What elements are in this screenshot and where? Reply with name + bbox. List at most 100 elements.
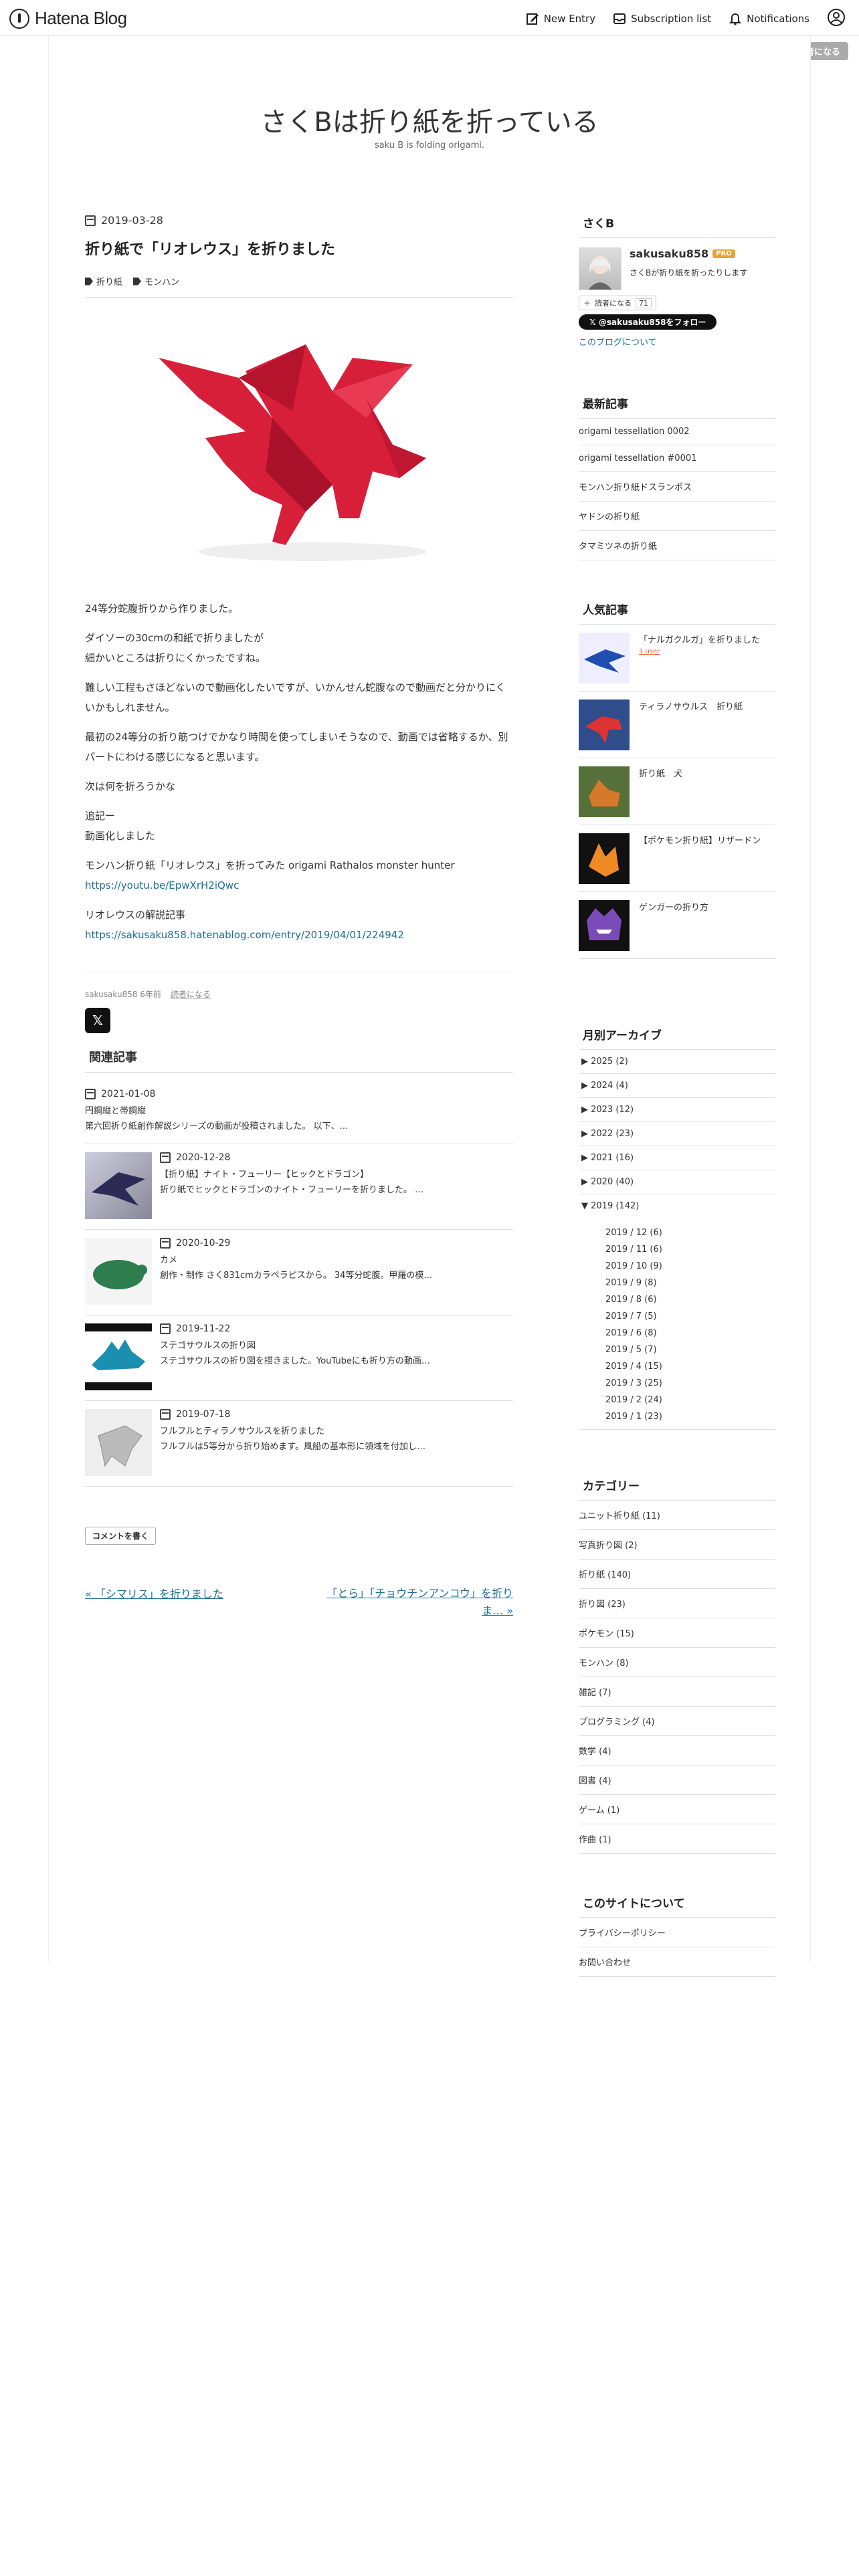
category-link[interactable]: 図書 (4) [579, 1765, 775, 1795]
nargacuga-thumbnail[interactable] [579, 633, 630, 683]
related-heading: 関連記事 [85, 1048, 513, 1073]
popular-entry[interactable]: 「ナルガクルガ」を折りました 1 user [579, 625, 775, 691]
archive-month[interactable]: 2019 / 11 (6) [581, 1241, 773, 1258]
dog-thumbnail[interactable] [579, 766, 630, 817]
archive-month[interactable]: 2019 / 6 (8) [581, 1325, 773, 1341]
profile-avatar[interactable] [579, 247, 622, 290]
about-blog-link[interactable]: このブログについて [579, 335, 775, 348]
archive-month[interactable]: 2019 / 3 (25) [581, 1375, 773, 1392]
archive-month[interactable]: 2019 / 8 (6) [581, 1291, 773, 1308]
related-title[interactable]: カメ [160, 1253, 432, 1265]
profile-reader-button[interactable]: ＋ 読者になる 71 [579, 296, 656, 310]
related-title[interactable]: 円鋼縦と帯鋼縦 [85, 1103, 513, 1116]
popular-entry[interactable]: 折り紙 犬 [579, 758, 775, 825]
archive-month[interactable]: 2019 / 1 (23) [581, 1408, 773, 1425]
archive-month[interactable]: 2019 / 9 (8) [581, 1275, 773, 1291]
related-entry[interactable]: 2019-07-18 フルフルとティラノサウルスを折りました フルフルは5等分か… [85, 1401, 513, 1487]
x-share-button[interactable]: 𝕏 [85, 1008, 110, 1033]
related-entry[interactable]: 2021-01-08 円鋼縦と帯鋼縦 第六回折り紙創作解説シリーズの動画が投稿さ… [85, 1073, 513, 1144]
category-tag[interactable]: モンハン [133, 275, 179, 288]
contact-link[interactable]: お問い合わせ [579, 1947, 775, 1977]
hatena-logo[interactable]: Hatena Blog [9, 8, 127, 29]
popular-title[interactable]: 「ナルガクルガ」を折りました [639, 633, 760, 645]
popular-title[interactable]: ゲンガーの折り方 [639, 900, 708, 913]
category-tag[interactable]: 折り紙 [85, 275, 122, 288]
reader-link[interactable]: 読者になる [171, 988, 211, 1000]
category-link[interactable]: モンハン (8) [579, 1648, 775, 1677]
entry-title[interactable]: 折り紙で「リオレウス」を折りました [85, 237, 513, 259]
new-entry-button[interactable]: New Entry [526, 12, 595, 25]
write-comment-button[interactable]: コメントを書く [85, 1527, 157, 1545]
popular-entry[interactable]: ゲンガーの折り方 [579, 892, 775, 959]
video-title: モンハン折り紙「リオレウス」を折ってみた origami Rathalos mo… [85, 859, 455, 871]
related-title[interactable]: フルフルとティラノサウルスを折りました [160, 1424, 425, 1436]
profile-name[interactable]: sakusaku858 PRO [630, 247, 747, 260]
archive-month[interactable]: 2019 / 2 (24) [581, 1392, 773, 1408]
related-entry[interactable]: 2019-11-22 ステゴサウルスの折り図 ステゴサウルスの折り図を描きました… [85, 1315, 513, 1401]
gengar-thumbnail[interactable] [579, 900, 630, 951]
recent-entry-link[interactable]: ヤドンの折り紙 [579, 502, 775, 531]
archive-year[interactable]: ▶ 2025 (2) [579, 1050, 775, 1074]
recent-entry-link[interactable]: モンハン折り紙ドスランポス [579, 472, 775, 502]
category-link[interactable]: 折り図 (23) [579, 1589, 775, 1618]
archive-month[interactable]: 2019 / 12 (6) [581, 1224, 773, 1241]
blog-title[interactable]: さくBは折り紙を折っている [0, 100, 859, 139]
archive-month[interactable]: 2019 / 4 (15) [581, 1358, 773, 1375]
next-entry-link[interactable]: 「とら」「チョウチンアンコウ」を折りま… » [326, 1585, 513, 1619]
user-menu-button[interactable] [827, 8, 846, 29]
archive-year[interactable]: ▶ 2021 (16) [579, 1146, 775, 1170]
category-link[interactable]: ユニット折り紙 (11) [579, 1501, 775, 1530]
popular-title[interactable]: 折り紙 犬 [639, 766, 682, 779]
youtube-link[interactable]: https://youtu.be/EpwXrH2iQwc [85, 879, 239, 891]
entry-date[interactable]: 2019-03-28 [85, 214, 513, 227]
category-link[interactable]: 写真折り図 (2) [579, 1530, 775, 1560]
category-link[interactable]: 折り紙 (140) [579, 1560, 775, 1589]
guide-article-link[interactable]: https://sakusaku858.hatenablog.com/entry… [85, 929, 404, 941]
related-entry[interactable]: 2020-12-28 【折り紙】ナイト・フューリー【ヒックとドラゴン】 折り紙で… [85, 1144, 513, 1230]
turtle-thumbnail[interactable] [85, 1238, 152, 1305]
user-avatar-icon [827, 8, 846, 29]
archive-year[interactable]: ▶ 2022 (23) [579, 1122, 775, 1146]
calendar-icon [160, 1238, 171, 1249]
related-date: 2020-10-29 [160, 1238, 432, 1249]
bookmark-count[interactable]: 1 user [639, 648, 760, 655]
x-follow-button[interactable]: 𝕏 @sakusaku858をフォロー [579, 314, 717, 330]
category-link[interactable]: プログラミング (4) [579, 1707, 775, 1736]
category-link[interactable]: ゲーム (1) [579, 1795, 775, 1824]
popular-title[interactable]: ティラノサウルス 折り紙 [639, 700, 743, 712]
recent-entry-link[interactable]: origami tessellation #0001 [579, 445, 775, 472]
category-link[interactable]: ポケモン (15) [579, 1618, 775, 1648]
archive-month[interactable]: 2019 / 10 (9) [581, 1258, 773, 1275]
notifications-button[interactable]: Notifications [729, 12, 809, 25]
recent-entry-link[interactable]: origami tessellation 0002 [579, 419, 775, 445]
archive-month[interactable]: 2019 / 5 (7) [581, 1341, 773, 1358]
category-link[interactable]: 作曲 (1) [579, 1824, 775, 1854]
khezu-thumbnail[interactable] [85, 1409, 152, 1476]
tyrannosaurus-thumbnail[interactable] [579, 700, 630, 750]
archive-year[interactable]: ▶ 2023 (12) [579, 1098, 775, 1122]
charizard-thumbnail[interactable] [579, 833, 630, 884]
category-link[interactable]: 数学 (4) [579, 1736, 775, 1765]
night-fury-thumbnail[interactable] [85, 1152, 152, 1219]
hatena-logo-icon [9, 8, 29, 29]
related-title[interactable]: ステゴサウルスの折り図 [160, 1338, 430, 1351]
prev-entry-link[interactable]: « 「シマリス」を折りました [85, 1585, 223, 1619]
reader-label: 読者になる [595, 299, 632, 308]
related-title[interactable]: 【折り紙】ナイト・フューリー【ヒックとドラゴン】 [160, 1167, 423, 1180]
stegosaurus-thumbnail[interactable] [85, 1323, 152, 1390]
related-date-text: 2020-12-28 [176, 1152, 231, 1163]
popular-title[interactable]: 【ポケモン折り紙】リザードン [639, 833, 761, 846]
author-meta[interactable]: sakusaku858 6年前 [85, 988, 161, 1000]
popular-entry[interactable]: 【ポケモン折り紙】リザードン [579, 825, 775, 892]
archive-year-open[interactable]: ▼ 2019 (142) [579, 1194, 775, 1218]
recent-entry-link[interactable]: タマミツネの折り紙 [579, 531, 775, 560]
category-link[interactable]: 雑記 (7) [579, 1677, 775, 1707]
pencil-icon [526, 12, 539, 25]
related-entry[interactable]: 2020-10-29 カメ 創作・制作 さく831cmカラペラピスから。 34等… [85, 1230, 513, 1315]
archive-month[interactable]: 2019 / 7 (5) [581, 1308, 773, 1325]
archive-year[interactable]: ▶ 2024 (4) [579, 1074, 775, 1098]
subscription-list-button[interactable]: Subscription list [613, 12, 711, 25]
privacy-policy-link[interactable]: プライバシーポリシー [579, 1918, 775, 1947]
archive-year[interactable]: ▶ 2020 (40) [579, 1170, 775, 1194]
popular-entry[interactable]: ティラノサウルス 折り紙 [579, 691, 775, 758]
